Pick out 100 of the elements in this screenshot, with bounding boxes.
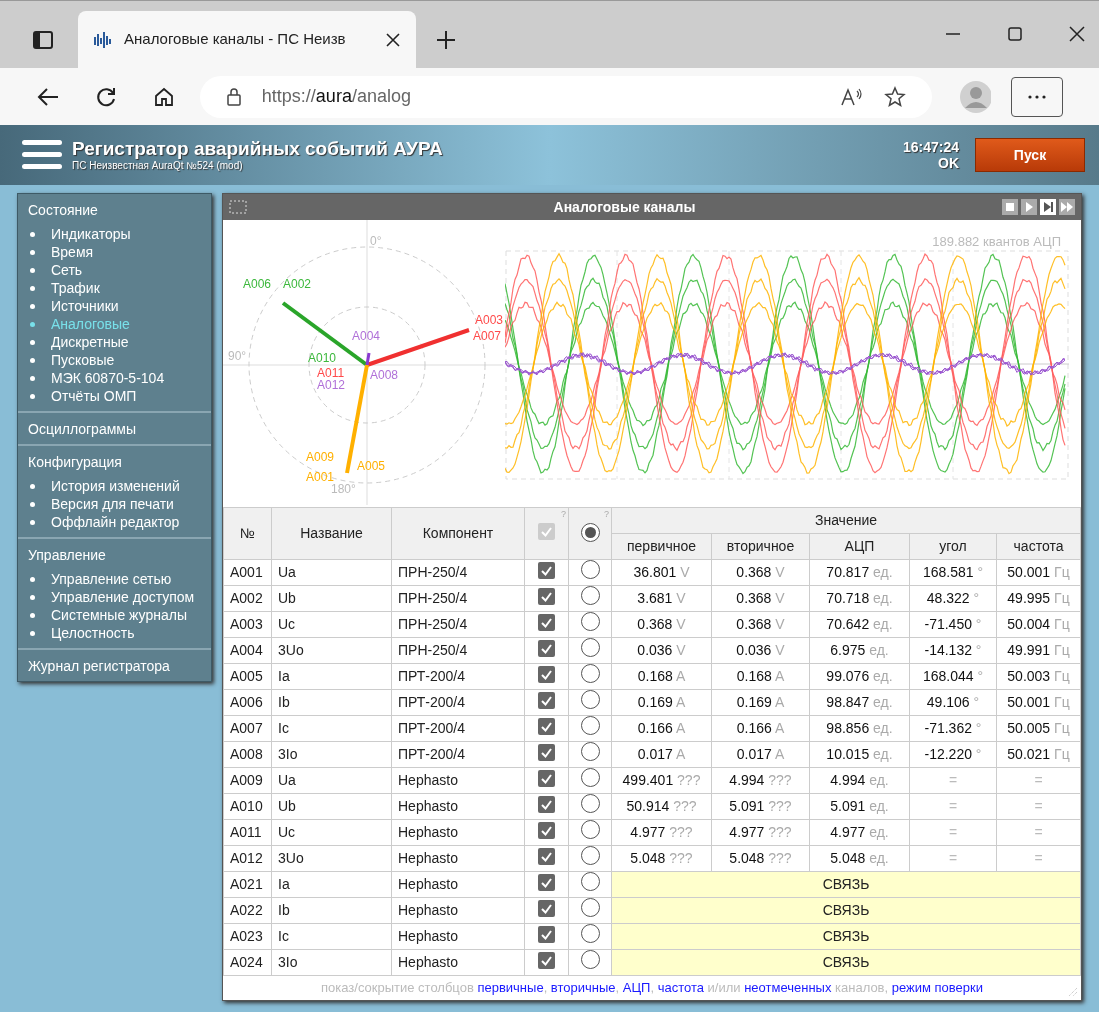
component-name: ПРТ-200/4 [398,668,466,684]
sidebar-section-title[interactable]: Журнал регистратора [28,657,201,675]
checkbox[interactable] [538,848,555,865]
radio-button[interactable] [580,742,600,761]
sidebar-section-title[interactable]: Конфигурация [28,453,201,471]
checkbox[interactable] [538,744,555,761]
sidebar-item[interactable]: Управление сетью [28,570,201,588]
sidebar-item[interactable]: МЭК 60870-5-104 [28,369,201,387]
radio-button[interactable] [580,586,600,605]
home-icon[interactable] [152,85,174,108]
radio-button[interactable] [580,664,600,683]
reload-icon[interactable] [95,85,117,108]
checkbox[interactable] [538,952,555,969]
radio-button[interactable] [580,523,600,542]
channel-number: A008 [230,746,263,762]
sidebar-item[interactable]: Индикаторы [28,225,201,243]
sidebar-item[interactable]: Управление доступом [28,588,201,606]
radio-button[interactable] [580,898,600,917]
frequency-value: = [1034,850,1043,866]
primary-value: 0.017 A [637,746,686,762]
sidebar-item[interactable]: Время [28,243,201,261]
frequency-value: 50.005 Гц [1007,720,1070,736]
toggle-link[interactable]: вторичные [550,980,616,996]
radio-button[interactable] [580,690,600,709]
checkbox[interactable] [538,874,555,891]
vector-label: A010 [308,351,337,365]
resize-grip-icon[interactable] [1068,987,1078,997]
checkbox[interactable] [538,614,555,631]
toggle-link[interactable]: частота [657,980,704,996]
checkbox[interactable] [538,822,555,839]
radio-button[interactable] [580,768,600,787]
checkbox[interactable] [538,718,555,735]
angle-value: 49.106 ° [926,694,980,710]
checkbox[interactable] [538,900,555,917]
radio-button[interactable] [580,820,600,839]
primary-value: 4.977 ??? [630,824,693,840]
radio-button[interactable] [580,612,600,631]
sidebar-item[interactable]: Оффлайн редактор [28,513,201,531]
address-bar[interactable]: https://aura/analog [199,75,932,118]
checkbox[interactable] [538,588,555,605]
checkbox[interactable] [538,926,555,943]
radio-button[interactable] [580,846,600,865]
step-button[interactable] [1040,199,1056,215]
sidebar-item[interactable]: Источники [28,297,201,315]
close-icon[interactable] [1069,26,1085,42]
radio-button[interactable] [580,560,600,579]
menu-icon[interactable] [22,138,62,172]
sidebar-item[interactable]: Дискретные [28,333,201,351]
checkbox[interactable] [538,692,555,709]
sidebar-item[interactable]: Целостность [28,624,201,642]
browser-tab[interactable]: Аналоговые каналы - ПС Неизв [78,11,416,68]
favorite-star-icon[interactable] [883,85,906,108]
toggle-link[interactable]: первичные [477,980,544,996]
clock-time: 16:47:24 [902,139,959,155]
tab-actions-icon[interactable] [33,30,53,49]
component-name: Hephasto [398,902,458,918]
radio-button[interactable] [580,924,600,943]
help-mark[interactable]: ? [561,508,566,522]
vector-label: A003 [475,313,504,327]
sidebar-item[interactable]: Аналоговые [28,315,201,333]
back-icon[interactable] [36,86,60,107]
profile-avatar-icon[interactable] [959,80,991,113]
frequency-value: 50.001 Гц [1007,564,1070,580]
sidebar-item[interactable]: Сеть [28,261,201,279]
sidebar-item[interactable]: Пусковые [28,351,201,369]
angle-value: = [948,850,958,866]
more-menu-button[interactable] [1010,76,1063,117]
checkbox[interactable] [538,666,555,683]
new-tab-icon[interactable] [436,29,456,50]
checkbox[interactable] [538,770,555,787]
column-group-header: Значение [814,512,878,528]
start-button[interactable]: Пуск [975,138,1085,172]
component-name: Hephasto [398,876,458,892]
toggle-link[interactable]: неотмеченных [744,980,832,996]
adc-value: 98.847 ед. [826,694,893,710]
fast-icon [1059,199,1075,215]
channel-name: Ub [278,798,296,814]
sidebar-item[interactable]: Трафик [28,279,201,297]
sidebar-item[interactable]: Версия для печати [28,495,201,513]
help-mark[interactable]: ? [604,508,609,522]
sidebar-item[interactable]: Системные журналы [28,606,201,624]
checkbox[interactable] [538,640,555,657]
sidebar-section-title[interactable]: Состояние [28,201,201,219]
read-aloud-icon[interactable] [839,86,864,107]
checkbox[interactable] [538,562,555,579]
checkbox[interactable] [538,796,555,813]
close-icon[interactable] [386,32,400,47]
sidebar-item[interactable]: История изменений [28,477,201,495]
maximize-icon[interactable] [1007,26,1023,42]
radio-button[interactable] [580,872,600,891]
radio-button[interactable] [580,716,600,735]
radio-button[interactable] [580,638,600,657]
sidebar-section-title[interactable]: Осциллограммы [28,420,201,438]
radio-button[interactable] [580,794,600,813]
link-status-cell: СВЯЗЬ [611,871,1081,898]
sidebar-item[interactable]: Отчёты ОМП [28,387,201,405]
radio-button[interactable] [580,950,600,969]
toggle-link[interactable]: режим поверки [891,980,983,996]
secondary-value: 0.368 V [736,590,785,606]
sidebar-section-title[interactable]: Управление [28,546,201,564]
